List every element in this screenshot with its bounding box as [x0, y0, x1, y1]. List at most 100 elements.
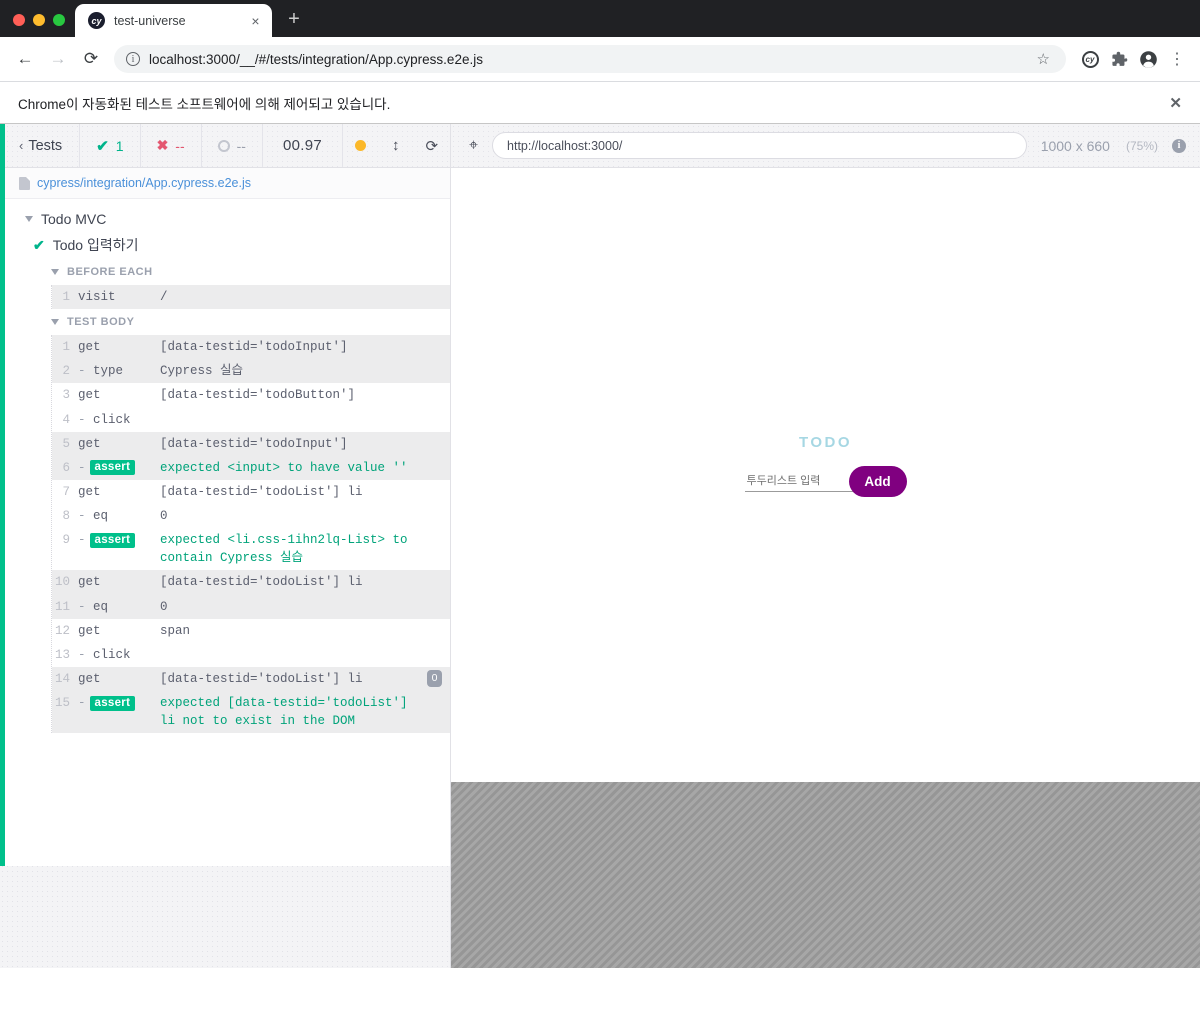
spec-path-bar[interactable]: cypress/integration/App.cypress.e2e.js — [5, 168, 450, 199]
preview-pane: ⌖ http://localhost:3000/ 1000 x 660 (75%… — [450, 124, 1200, 968]
command-name: click — [78, 411, 160, 429]
browser-tab[interactable]: cy test-universe × — [75, 4, 272, 37]
todo-app: TODO Add — [744, 433, 907, 497]
suite-title[interactable]: Todo MVC — [5, 207, 450, 231]
suite-name: Todo MVC — [41, 211, 107, 227]
command-number: 15 — [54, 696, 70, 710]
command-row[interactable]: 5 get [data-testid='todoInput'] — [52, 431, 450, 456]
hook-label-text: TEST BODY — [67, 316, 135, 329]
command-row[interactable]: 11 eq0 — [52, 594, 450, 619]
restart-icon[interactable]: ⟳ — [425, 137, 438, 155]
command-number: 6 — [62, 460, 70, 475]
todo-input-row: Add — [744, 465, 907, 497]
command-number: 7 — [62, 484, 70, 499]
spec-path-label[interactable]: cypress/integration/App.cypress.e2e.js — [37, 176, 251, 190]
close-icon[interactable]: × — [247, 12, 264, 29]
chrome-menu-icon[interactable]: ⋮ — [1164, 46, 1190, 72]
new-tab-button[interactable]: + — [280, 5, 308, 33]
viewport-size-label: 1000 x 660 — [1040, 137, 1110, 154]
command-message: [data-testid='todoList'] li — [160, 484, 363, 499]
check-icon: ✔ — [33, 236, 45, 253]
chevron-left-icon: ‹ — [19, 138, 24, 153]
stat-failed: ✖ -- — [141, 124, 202, 167]
command-row[interactable]: 14 get [data-testid='todoList'] li 0 — [52, 666, 450, 691]
close-icon[interactable]: ✕ — [1169, 94, 1182, 112]
command-message: expected [data-testid='todoList'] li not… — [160, 696, 408, 729]
command-list: 1 visit / — [51, 285, 450, 310]
todo-input[interactable] — [744, 470, 857, 492]
command-number: 11 — [54, 599, 70, 614]
command-row[interactable]: 12 get span — [52, 619, 450, 643]
command-count-badge: 0 — [427, 669, 442, 687]
viewport-info-icon[interactable]: i — [1172, 138, 1186, 153]
command-row[interactable]: 8 eq0 — [52, 504, 450, 528]
window-close-button[interactable] — [13, 14, 25, 26]
command-row[interactable]: 13 click — [52, 643, 450, 667]
window-minimize-button[interactable] — [33, 14, 45, 26]
command-row[interactable]: 6 assert expected <input> to have value '' — [52, 455, 450, 480]
command-row[interactable]: 10 get [data-testid='todoList'] li — [52, 570, 450, 595]
selector-playground-icon[interactable]: ⌖ — [469, 137, 478, 155]
pending-count: -- — [236, 137, 246, 154]
command-row[interactable]: 2 typeCypress 실습 — [52, 359, 450, 384]
command-name: get — [78, 623, 101, 638]
command-row[interactable]: 15 assert expected [data-testid='todoList'… — [52, 691, 450, 734]
cypress-favicon-icon: cy — [88, 12, 105, 29]
command-number: 9 — [62, 533, 70, 548]
window-maximize-button[interactable] — [53, 14, 65, 26]
command-number: 5 — [62, 436, 70, 451]
command-row[interactable]: 4 click — [52, 408, 450, 432]
command-list: 1 get [data-testid='todoInput'] 2 typeCypres… — [51, 335, 450, 734]
hook-label-text: BEFORE EACH — [67, 266, 153, 278]
browser-tab-title: test-universe — [114, 13, 186, 28]
command-message: Cypress 실습 — [160, 364, 244, 379]
auto-scrolling-dot-icon[interactable] — [354, 140, 366, 151]
aut-url-field[interactable]: http://localhost:3000/ — [492, 132, 1027, 159]
command-message: 0 — [160, 599, 168, 614]
chevron-down-icon[interactable] — [51, 319, 59, 326]
reload-icon[interactable]: ⟳ — [76, 44, 106, 74]
extensions-puzzle-icon[interactable] — [1106, 46, 1132, 72]
command-name: assert — [78, 531, 160, 549]
preview-header: ⌖ http://localhost:3000/ 1000 x 660 (75%… — [450, 124, 1200, 168]
command-message: span — [160, 623, 191, 638]
profile-avatar-icon[interactable] — [1135, 46, 1161, 72]
bookmark-star-icon[interactable]: ☆ — [1037, 50, 1054, 68]
back-icon[interactable]: ← — [10, 44, 40, 74]
back-to-tests-button[interactable]: ‹ Tests — [5, 124, 81, 167]
todo-add-button[interactable]: Add — [848, 465, 907, 497]
hooks-container: BEFORE EACH 1 visit / TEST BODY 1 get [data-tes… — [5, 259, 450, 734]
cypress-extension-icon[interactable]: cy — [1077, 46, 1103, 72]
chevron-down-icon[interactable] — [25, 216, 33, 222]
site-info-icon[interactable]: i — [126, 52, 140, 66]
command-name: type — [78, 362, 160, 380]
address-bar[interactable]: i localhost:3000/__/#/tests/integration/… — [114, 45, 1066, 73]
command-number: 2 — [62, 364, 70, 379]
chevron-down-icon[interactable] — [51, 269, 59, 275]
hook-label[interactable]: BEFORE EACH — [49, 259, 450, 285]
hook-label[interactable]: TEST BODY — [49, 309, 450, 335]
command-name: click — [78, 646, 160, 664]
auto-scroll-icon[interactable]: ↕ — [392, 137, 400, 154]
command-name: get — [78, 484, 101, 499]
command-row[interactable]: 7 get [data-testid='todoList'] li — [52, 480, 450, 504]
command-number: 8 — [62, 509, 70, 523]
todo-heading: TODO — [798, 433, 853, 451]
command-name: assert — [78, 694, 160, 712]
cypress-app: ‹ Tests ✔ 1 ✖ -- -- 00.97 ↕ ⟳ cypress/in… — [0, 124, 1200, 968]
tests-button-label: Tests — [28, 137, 63, 154]
command-row[interactable]: 1 get [data-testid='todoInput'] — [52, 335, 450, 360]
cypress-reporter: ‹ Tests ✔ 1 ✖ -- -- 00.97 ↕ ⟳ cypress/in… — [0, 124, 450, 968]
viewport-scale-label: (75%) — [1125, 138, 1158, 153]
command-number: 12 — [54, 623, 70, 638]
test-title[interactable]: ✔ Todo 입력하기 — [5, 231, 450, 259]
command-row[interactable]: 9 assert expected <li.css-1ihn2lq-List> to… — [52, 528, 450, 570]
command-row[interactable]: 3 get [data-testid='todoButton'] — [52, 383, 450, 407]
command-row[interactable]: 1 visit / — [52, 285, 450, 310]
app-under-test-frame: TODO Add — [451, 168, 1200, 782]
reporter-controls: ↕ ⟳ — [343, 124, 450, 167]
forward-icon[interactable]: → — [43, 44, 73, 74]
check-icon: ✔ — [96, 137, 109, 155]
command-message: expected <li.css-1ihn2lq-List> to contai… — [160, 533, 408, 566]
browser-tab-strip: cy test-universe × + — [0, 0, 1200, 37]
